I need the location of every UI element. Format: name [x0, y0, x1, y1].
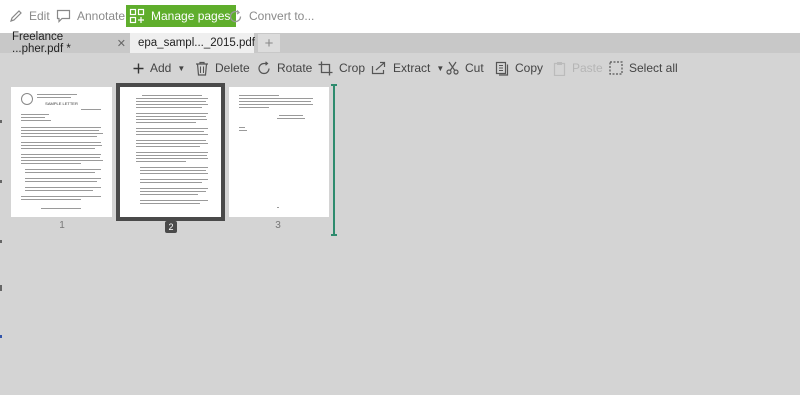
crop-label: Crop: [339, 61, 366, 75]
rotate-label: Rotate: [277, 61, 313, 75]
crop-icon: [318, 61, 333, 75]
pencil-icon: [10, 10, 22, 22]
manage-pages-mode-button[interactable]: Manage pages: [126, 5, 237, 27]
paste-label: Paste: [572, 61, 603, 75]
page-toolbar: Add ▼ Delete Rotate Crop Extract ▼ Cut C…: [0, 53, 800, 83]
manage-pages-mode-label: Manage pages: [151, 9, 231, 23]
page-thumbnail-1[interactable]: SAMPLE LETTER: [11, 87, 112, 217]
close-icon[interactable]: ✕: [117, 37, 126, 50]
page-thumbnail-3[interactable]: [229, 87, 329, 217]
tab-freelance-pdf[interactable]: Freelance ...pher.pdf * ✕: [4, 31, 126, 55]
select-all-label: Select all: [629, 61, 678, 75]
page-number-3: 3: [275, 220, 281, 231]
plus-icon: [133, 63, 144, 73]
select-all-icon: [609, 61, 623, 75]
refresh-icon: [229, 9, 242, 22]
tab-label: epa_sampl..._2015.pdf: [138, 37, 256, 49]
left-edge-marks: [0, 90, 3, 350]
paste-button[interactable]: Paste: [553, 53, 603, 83]
crop-button[interactable]: Crop: [318, 53, 365, 83]
mode-bar: Edit Annotate Manage pages Convert to...: [0, 0, 800, 33]
convert-to-button[interactable]: Convert to...: [228, 5, 314, 27]
convert-to-label: Convert to...: [249, 9, 315, 23]
trash-icon: [196, 61, 208, 76]
rotate-button[interactable]: Rotate: [257, 53, 312, 83]
annotate-mode-button[interactable]: Annotate: [56, 5, 125, 27]
extract-button[interactable]: Extract ▼: [371, 53, 444, 83]
extract-label: Extract: [393, 61, 431, 75]
add-tab-button[interactable]: +: [258, 34, 280, 52]
copy-button[interactable]: Copy: [495, 53, 543, 83]
delete-button[interactable]: Delete: [195, 53, 250, 83]
scissors-icon: [446, 61, 459, 75]
cut-label: Cut: [465, 61, 484, 75]
chevron-down-icon: ▼: [177, 63, 186, 73]
page-number-2: 2: [165, 221, 177, 233]
delete-label: Delete: [215, 61, 250, 75]
add-label: Add: [150, 61, 172, 75]
plus-icon: +: [264, 34, 274, 52]
extract-icon: [371, 61, 386, 75]
copy-icon: [495, 61, 509, 76]
clipboard-icon: [553, 61, 566, 76]
page-heading: SAMPLE LETTER: [45, 101, 78, 106]
add-button[interactable]: Add ▼: [133, 53, 185, 83]
chevron-down-icon: ▼: [436, 63, 445, 73]
edit-mode-button[interactable]: Edit: [9, 5, 50, 27]
page-thumbnail-2[interactable]: [116, 83, 225, 221]
insertion-marker: [331, 84, 337, 236]
page-number-1: 1: [59, 220, 65, 231]
edit-mode-label: Edit: [29, 9, 50, 23]
document-tab-bar: Freelance ...pher.pdf * ✕ epa_sampl..._2…: [0, 31, 800, 55]
tab-epa-sample-pdf[interactable]: epa_sampl..._2015.pdf ✕: [130, 33, 272, 53]
cut-button[interactable]: Cut: [446, 53, 484, 83]
rotate-icon: [258, 61, 270, 75]
copy-label: Copy: [515, 61, 544, 75]
annotate-mode-label: Annotate: [77, 9, 126, 23]
comment-icon: [56, 9, 71, 23]
tab-label: Freelance ...pher.pdf *: [12, 31, 71, 55]
select-all-button[interactable]: Select all: [609, 53, 678, 83]
grid-pages-icon: [129, 8, 145, 24]
